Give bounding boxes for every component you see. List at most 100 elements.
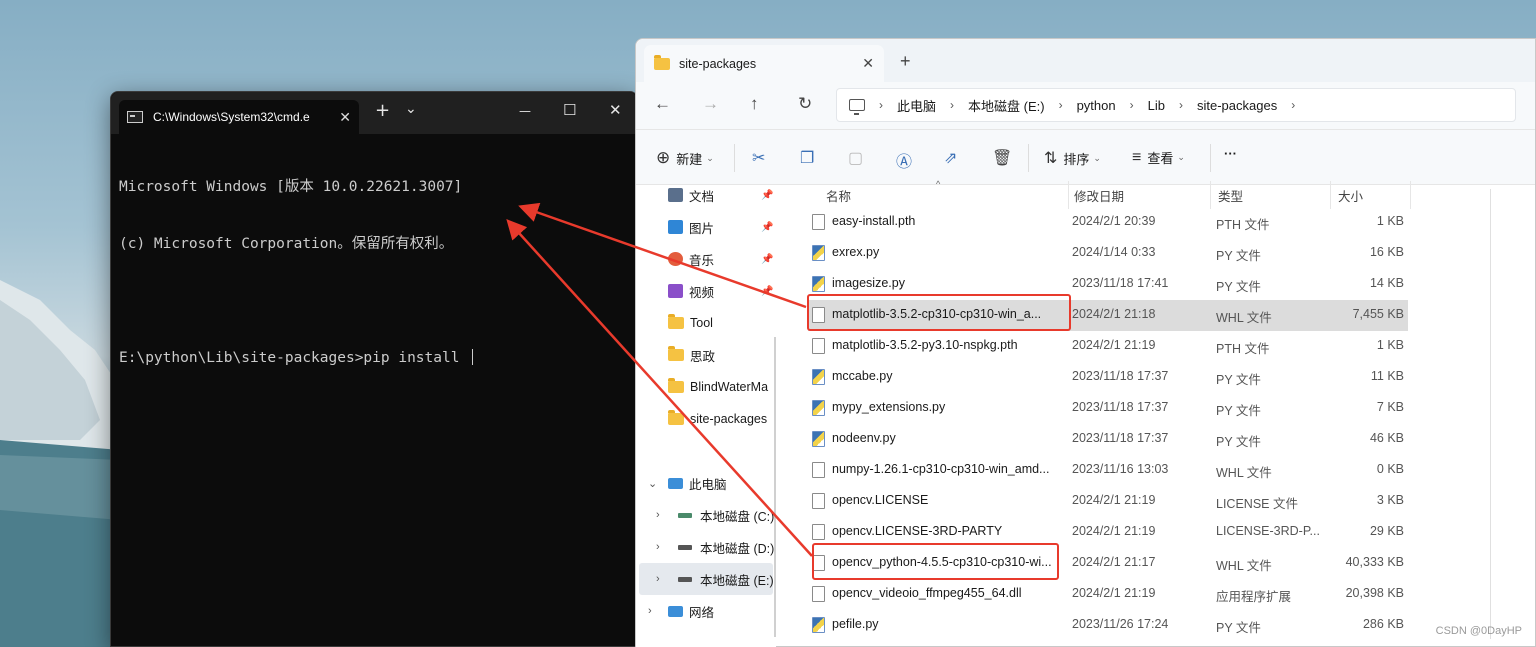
column-header-date[interactable]: 修改日期 — [1074, 181, 1124, 209]
file-list-scrollbar[interactable] — [1490, 189, 1491, 639]
nav-item-documents[interactable]: 文档 📌 — [636, 179, 776, 211]
file-row[interactable]: exrex.py 2024/1/14 0:33 PY 文件 16 KB — [808, 238, 1408, 269]
column-divider[interactable] — [1330, 181, 1331, 209]
file-size: 20,398 KB — [1345, 586, 1404, 600]
column-header-type[interactable]: 类型 — [1218, 181, 1243, 209]
nav-item-site-packages[interactable]: site-packages — [636, 403, 776, 435]
chevron-right-icon[interactable]: › — [879, 98, 883, 112]
nav-item-blindwatermark[interactable]: BlindWaterMa — [636, 371, 776, 403]
navigation-pane[interactable]: 文档 📌 图片 📌 音乐 📌 视频 📌 Tool 思政 BlindWaterMa… — [636, 187, 776, 647]
chevron-right-icon[interactable]: › — [1291, 98, 1295, 112]
cut-button[interactable]: ✂ — [752, 148, 771, 168]
chevron-right-icon[interactable]: › — [656, 541, 660, 553]
explorer-tab[interactable]: site-packages ✕ — [644, 45, 884, 82]
file-row[interactable]: matplotlib-3.5.2-py3.10-nspkg.pth 2024/2/… — [808, 331, 1408, 362]
column-divider[interactable] — [1410, 181, 1411, 209]
rename-button[interactable]: Ⓐ — [896, 148, 918, 172]
share-button[interactable]: ⇗ — [944, 148, 963, 168]
scissors-icon: ✂ — [752, 150, 766, 167]
address-bar[interactable]: › 此电脑 › 本地磁盘 (E:) › python › Lib › site-… — [836, 88, 1516, 122]
breadcrumb-python[interactable]: python — [1077, 98, 1116, 113]
column-divider[interactable] — [1210, 181, 1211, 209]
nav-item-tool[interactable]: Tool — [636, 307, 776, 339]
chevron-right-icon[interactable]: › — [648, 605, 652, 617]
chevron-right-icon[interactable]: › — [1059, 98, 1063, 112]
music-icon — [668, 252, 683, 266]
nav-item-pictures[interactable]: 图片 📌 — [636, 211, 776, 243]
new-tab-button[interactable]: + — [375, 100, 390, 121]
chevron-right-icon[interactable]: › — [1179, 98, 1183, 112]
minimize-button[interactable]: — — [519, 104, 531, 118]
breadcrumb-drive-e[interactable]: 本地磁盘 (E:) — [968, 96, 1045, 115]
maximize-button[interactable]: ☐ — [563, 101, 576, 119]
console-prompt-line[interactable]: E:\python\Lib\site-packages>pip install — [119, 349, 629, 368]
file-row[interactable]: easy-install.pth 2024/2/1 20:39 PTH 文件 1 KB — [808, 207, 1408, 238]
chevron-down-icon[interactable]: ⌄ — [648, 477, 657, 490]
cmd-window[interactable]: C:\Windows\System32\cmd.e ✕ + ⌄ — ☐ ✕ Mi… — [110, 91, 638, 647]
column-header-size[interactable]: 大小 — [1338, 181, 1363, 209]
nav-item-music[interactable]: 音乐 📌 — [636, 243, 776, 275]
nav-item-drive-c[interactable]: › 本地磁盘 (C:) — [636, 499, 776, 531]
copy-button[interactable]: ❐ — [800, 148, 820, 168]
breadcrumb-lib[interactable]: Lib — [1148, 98, 1165, 113]
command-bar: ⊕ 新建 ⌄ ✂ ❐ ▢ Ⓐ ⇗ 🗑 ⇅ 排序 ⌄ ≡ 查看 ⌄ ··· — [636, 129, 1535, 185]
chevron-right-icon[interactable]: › — [656, 509, 660, 521]
column-header-name[interactable]: 名称 — [826, 181, 851, 209]
file-type: WHL 文件 — [1216, 311, 1272, 325]
forward-arrow-icon[interactable]: → — [702, 94, 719, 114]
drive-icon — [678, 544, 692, 550]
file-row[interactable]: opencv_videoio_ffmpeg455_64.dll 2024/2/1 … — [808, 579, 1408, 610]
console-output[interactable]: Microsoft Windows [版本 10.0.22621.3007] (… — [111, 134, 637, 412]
nav-item-network[interactable]: › 网络 — [636, 595, 776, 627]
file-row[interactable]: nodeenv.py 2023/11/18 17:37 PY 文件 46 KB — [808, 424, 1408, 455]
view-button[interactable]: ≡ 查看 ⌄ — [1132, 148, 1185, 167]
python-file-icon — [812, 245, 825, 261]
chevron-right-icon[interactable]: › — [1130, 98, 1134, 112]
nav-item-drive-d[interactable]: › 本地磁盘 (D:) — [636, 531, 776, 563]
cmd-tab[interactable]: C:\Windows\System32\cmd.e ✕ — [119, 100, 359, 134]
cmd-titlebar[interactable]: C:\Windows\System32\cmd.e ✕ + ⌄ — ☐ ✕ — [111, 92, 637, 134]
pin-icon[interactable]: 📌 — [761, 222, 773, 233]
folder-icon — [668, 346, 684, 361]
file-explorer-window[interactable]: site-packages ✕ + ← → ↑ ↻ › 此电脑 › 本地磁盘 (… — [635, 38, 1536, 647]
explorer-tab-bar: site-packages ✕ + — [636, 39, 1535, 82]
pin-icon[interactable]: 📌 — [761, 286, 773, 297]
paste-button[interactable]: ▢ — [848, 148, 869, 168]
file-row[interactable]: opencv.LICENSE 2024/2/1 21:19 LICENSE 文件 3 … — [808, 486, 1408, 517]
close-tab-icon[interactable]: ✕ — [339, 109, 351, 126]
close-tab-icon[interactable]: ✕ — [862, 55, 874, 72]
nav-item-this-pc[interactable]: ⌄ 此电脑 — [636, 467, 776, 499]
refresh-icon[interactable]: ↻ — [798, 94, 812, 114]
pin-icon[interactable]: 📌 — [761, 254, 773, 265]
nav-item-drive-e[interactable]: › 本地磁盘 (E:) — [639, 563, 774, 595]
column-divider[interactable] — [1068, 181, 1069, 209]
sort-button[interactable]: ⇅ 排序 ⌄ — [1044, 148, 1101, 168]
breadcrumb-this-pc[interactable]: 此电脑 — [897, 96, 936, 115]
file-row[interactable]: mypy_extensions.py 2023/11/18 17:37 PY 文件 7… — [808, 393, 1408, 424]
back-arrow-icon[interactable]: ← — [654, 94, 671, 114]
file-size: 1 KB — [1376, 338, 1404, 352]
nav-item-sizheng[interactable]: 思政 — [636, 339, 776, 371]
network-icon — [668, 605, 683, 617]
chevron-right-icon[interactable]: › — [656, 573, 660, 585]
file-row[interactable]: pefile.py 2023/11/26 17:24 PY 文件 286 KB — [808, 610, 1408, 641]
chevron-right-icon[interactable]: › — [950, 98, 954, 112]
picture-icon — [668, 220, 683, 234]
more-options-button[interactable]: ··· — [1224, 146, 1237, 161]
new-button[interactable]: ⊕ 新建 ⌄ — [656, 148, 714, 168]
file-row[interactable]: numpy-1.26.1-cp310-cp310-win_amd... 2023/… — [808, 455, 1408, 486]
breadcrumb-site-packages[interactable]: site-packages — [1197, 98, 1277, 113]
pin-icon[interactable]: 📌 — [761, 190, 773, 201]
file-size: 0 KB — [1376, 462, 1404, 476]
file-date: 2023/11/18 17:41 — [1072, 276, 1169, 290]
delete-button[interactable]: 🗑 — [992, 148, 1018, 168]
up-arrow-icon[interactable]: ↑ — [750, 94, 759, 114]
text-cursor — [472, 349, 474, 365]
nav-pane-scrollbar[interactable] — [774, 337, 776, 637]
nav-item-videos[interactable]: 视频 📌 — [636, 275, 776, 307]
file-row[interactable]: mccabe.py 2023/11/18 17:37 PY 文件 11 KB — [808, 362, 1408, 393]
video-icon — [668, 284, 683, 298]
tab-dropdown-button[interactable]: ⌄ — [405, 101, 417, 117]
close-button[interactable]: ✕ — [609, 101, 622, 119]
new-tab-button[interactable]: + — [900, 51, 911, 72]
